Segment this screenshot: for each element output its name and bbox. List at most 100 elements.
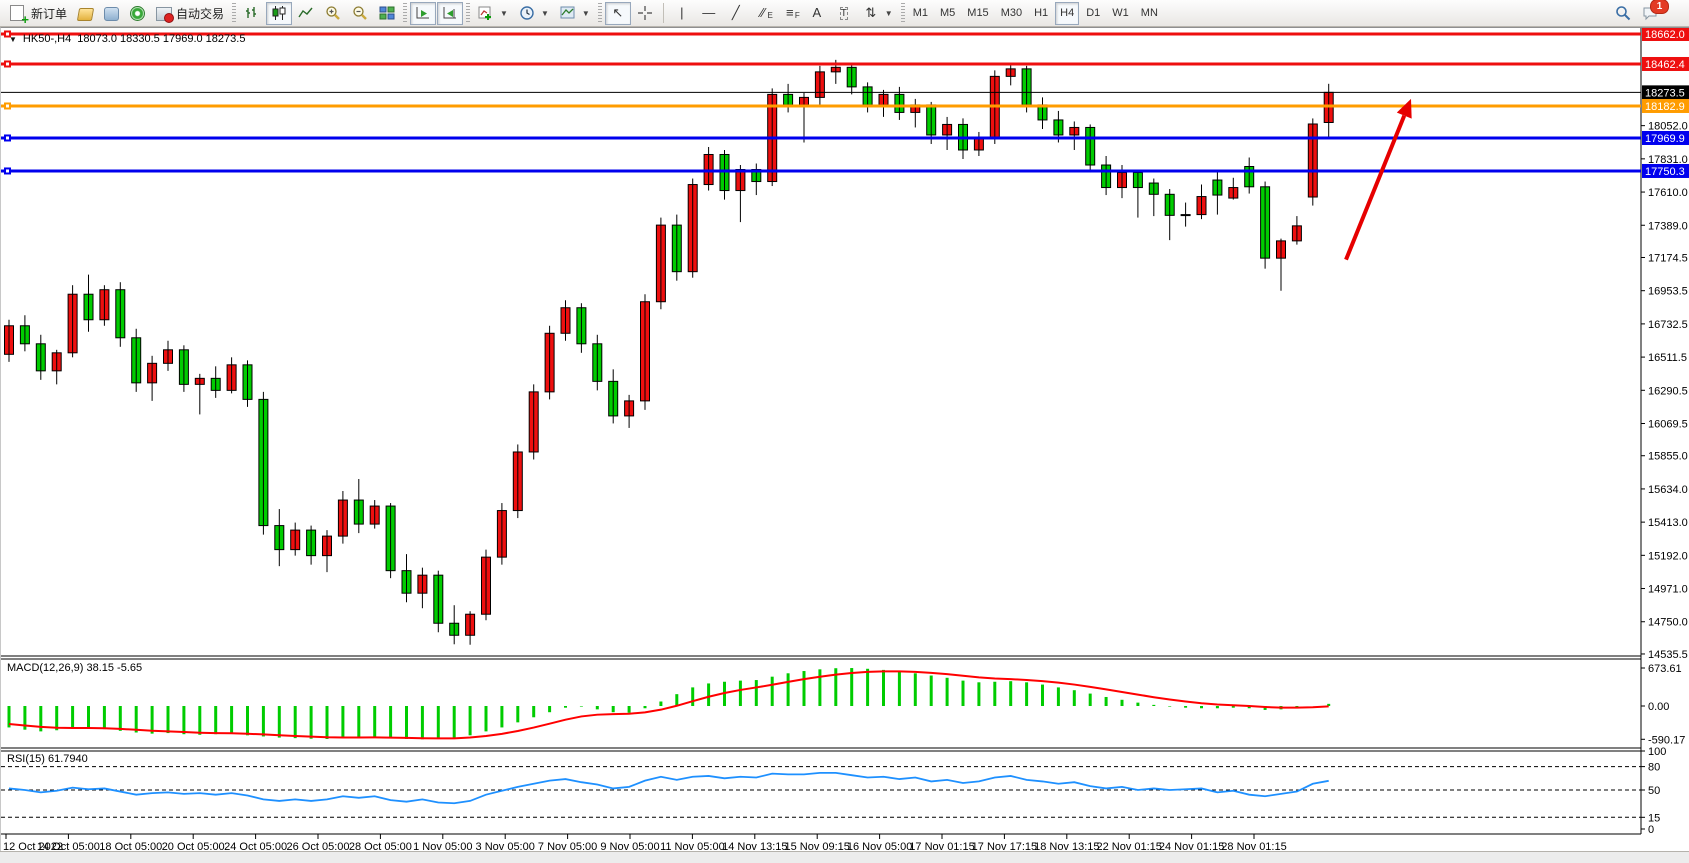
timeframe-h4-button[interactable]: H4 bbox=[1055, 2, 1079, 25]
vertical-line-tool-button[interactable]: | bbox=[669, 2, 695, 25]
svg-text:0: 0 bbox=[1648, 824, 1654, 836]
svg-text:0.00: 0.00 bbox=[1648, 701, 1669, 713]
search-button[interactable] bbox=[1610, 2, 1636, 25]
svg-text:17174.5: 17174.5 bbox=[1648, 252, 1688, 264]
candlestick-icon bbox=[271, 5, 287, 21]
search-icon bbox=[1615, 5, 1631, 21]
tile-windows-icon bbox=[379, 5, 395, 21]
text-tool-button[interactable]: A bbox=[804, 2, 830, 25]
svg-text:15413.0: 15413.0 bbox=[1648, 517, 1688, 529]
toolbar-grip bbox=[901, 3, 905, 23]
fibonacci-icon: ≡F bbox=[782, 5, 798, 21]
timeframe-toolbar: M1M5M15M30H1H4D1W1MN bbox=[908, 2, 1163, 25]
notification-badge: 1 bbox=[1650, 0, 1669, 14]
svg-text:-590.17: -590.17 bbox=[1648, 734, 1685, 746]
ohlc-bars-icon bbox=[244, 5, 260, 21]
svg-text:14535.5: 14535.5 bbox=[1648, 649, 1688, 661]
auto-scroll-button[interactable] bbox=[410, 2, 436, 25]
timeframe-m5-button[interactable]: M5 bbox=[935, 2, 960, 25]
zoom-in-button[interactable] bbox=[320, 2, 346, 25]
toolbar: 新订单 自动交易 ▼ bbox=[0, 0, 1689, 27]
auto-scroll-icon bbox=[415, 5, 431, 21]
trendline-tool-button[interactable]: ╱ bbox=[723, 2, 749, 25]
equidistant-channel-icon: ∕∕E bbox=[755, 5, 771, 21]
svg-text:17610.0: 17610.0 bbox=[1648, 187, 1688, 199]
dropdown-caret-icon: ▼ bbox=[582, 9, 590, 18]
new-order-label: 新订单 bbox=[31, 5, 67, 22]
dropdown-caret-icon: ▼ bbox=[885, 9, 893, 18]
chart-ohlc-values: 18073.0 18330.5 17969.0 18273.5 bbox=[77, 33, 245, 45]
fibonacci-tool-button[interactable]: ≡F bbox=[777, 2, 803, 25]
timeframe-w1-button[interactable]: W1 bbox=[1107, 2, 1134, 25]
bar-chart-mode-button[interactable] bbox=[239, 2, 265, 25]
svg-text:16953.5: 16953.5 bbox=[1648, 286, 1688, 298]
text-tool-icon: A bbox=[809, 5, 825, 21]
timeframe-m30-button[interactable]: M30 bbox=[996, 2, 1027, 25]
templates-button[interactable]: ▼ bbox=[555, 2, 595, 25]
timeframe-h1-button[interactable]: H1 bbox=[1029, 2, 1053, 25]
broadcast-icon bbox=[130, 6, 145, 21]
vertical-line-icon: | bbox=[674, 5, 690, 21]
svg-text:16069.5: 16069.5 bbox=[1648, 418, 1688, 430]
svg-text:18273.5: 18273.5 bbox=[1645, 87, 1685, 99]
chart-window: 18052.017831.017610.017389.017174.516953… bbox=[0, 27, 1689, 851]
line-chart-mode-button[interactable] bbox=[293, 2, 319, 25]
timeframe-d1-button[interactable]: D1 bbox=[1081, 2, 1105, 25]
timeframe-mn-button[interactable]: MN bbox=[1136, 2, 1163, 25]
line-chart-icon bbox=[298, 5, 314, 21]
chart-title: ▼ HK50-,H4 18073.0 18330.5 17969.0 18273… bbox=[9, 33, 245, 45]
add-indicator-icon bbox=[478, 5, 494, 21]
toolbar-grip bbox=[403, 3, 407, 23]
zoom-out-button[interactable] bbox=[347, 2, 373, 25]
svg-text:80: 80 bbox=[1648, 762, 1660, 774]
notifications-button[interactable]: 1 bbox=[1637, 2, 1663, 25]
svg-text:18462.4: 18462.4 bbox=[1645, 59, 1685, 71]
svg-text:15192.0: 15192.0 bbox=[1648, 550, 1688, 562]
broadcast-button[interactable] bbox=[125, 2, 150, 25]
indicators-button[interactable]: ▼ bbox=[473, 2, 513, 25]
mt4-application-window: 新订单 自动交易 ▼ bbox=[0, 0, 1689, 863]
arrows-icon: ⇅ bbox=[863, 5, 879, 21]
strategy-tester-button[interactable] bbox=[99, 2, 124, 25]
dropdown-caret-icon: ▼ bbox=[500, 9, 508, 18]
toolbar-grip bbox=[232, 3, 236, 23]
crosshair-icon bbox=[637, 5, 653, 21]
crosshair-tool-button[interactable] bbox=[632, 2, 658, 25]
text-label-tool-button[interactable]: T bbox=[831, 2, 857, 25]
market-watch-button[interactable] bbox=[73, 2, 98, 25]
profile-icon bbox=[104, 7, 119, 21]
macd-indicator-label: MACD(12,26,9) 38.15 -5.65 bbox=[7, 662, 142, 674]
chart-symbol-period: HK50-,H4 bbox=[23, 33, 71, 45]
svg-text:100: 100 bbox=[1648, 746, 1666, 758]
svg-text:18662.0: 18662.0 bbox=[1645, 29, 1685, 41]
autotrade-icon bbox=[156, 7, 172, 21]
template-icon bbox=[560, 5, 576, 21]
svg-text:16290.5: 16290.5 bbox=[1648, 385, 1688, 397]
window-bottom-edge bbox=[0, 851, 1689, 863]
arrows-tool-button[interactable]: ⇅ ▼ bbox=[858, 2, 898, 25]
chart-canvas[interactable]: 18052.017831.017610.017389.017174.516953… bbox=[1, 28, 1689, 852]
zoom-out-icon bbox=[352, 5, 368, 21]
periods-button[interactable]: ▼ bbox=[514, 2, 554, 25]
cursor-tool-button[interactable]: ↖ bbox=[605, 2, 631, 25]
svg-text:50: 50 bbox=[1648, 785, 1660, 797]
channel-tool-button[interactable]: ∕∕E bbox=[750, 2, 776, 25]
timeframe-m1-button[interactable]: M1 bbox=[908, 2, 933, 25]
timeframe-m15-button[interactable]: M15 bbox=[962, 2, 993, 25]
svg-text:14750.0: 14750.0 bbox=[1648, 617, 1688, 629]
chart-shift-button[interactable] bbox=[437, 2, 463, 25]
horizontal-line-tool-button[interactable]: — bbox=[696, 2, 722, 25]
svg-text:17389.0: 17389.0 bbox=[1648, 220, 1688, 232]
new-order-icon bbox=[10, 5, 24, 21]
svg-text:15855.0: 15855.0 bbox=[1648, 451, 1688, 463]
candlestick-mode-button[interactable] bbox=[266, 2, 292, 25]
svg-text:18182.9: 18182.9 bbox=[1645, 101, 1685, 113]
svg-text:15: 15 bbox=[1648, 812, 1660, 824]
trendline-icon: ╱ bbox=[728, 5, 744, 21]
new-order-button[interactable]: 新订单 bbox=[4, 2, 72, 25]
autotrade-label: 自动交易 bbox=[176, 5, 224, 22]
chart-collapse-icon[interactable]: ▼ bbox=[9, 35, 17, 44]
tile-windows-button[interactable] bbox=[374, 2, 400, 25]
autotrade-button[interactable]: 自动交易 bbox=[151, 2, 229, 25]
svg-text:15634.0: 15634.0 bbox=[1648, 484, 1688, 496]
